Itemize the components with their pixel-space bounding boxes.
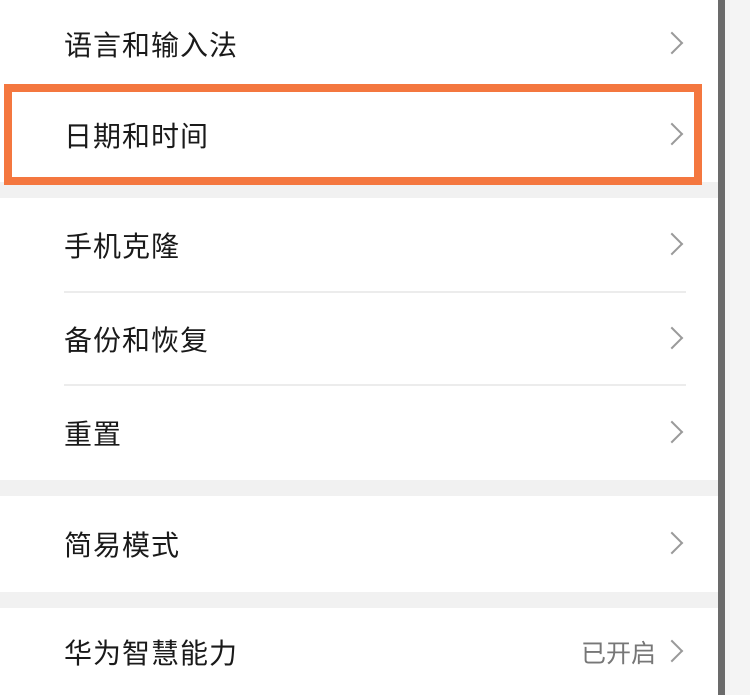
settings-item-huawei-assistant[interactable]: 华为智慧能力 已开启 — [0, 608, 718, 695]
background-strip — [725, 0, 750, 695]
group-separator — [0, 480, 718, 496]
chevron-right-icon — [660, 326, 684, 350]
settings-item-label: 语言和输入法 — [64, 29, 239, 62]
settings-item-simple-mode[interactable]: 简易模式 — [0, 496, 718, 592]
chevron-right-icon — [660, 122, 684, 146]
panel-edge — [718, 0, 725, 695]
settings-item-backup-restore[interactable]: 备份和恢复 — [0, 293, 718, 385]
settings-item-label: 华为智慧能力 — [64, 636, 239, 670]
settings-item-date-time[interactable]: 日期和时间 — [0, 88, 718, 182]
settings-item-label: 备份和恢复 — [64, 324, 210, 357]
settings-item-label: 日期和时间 — [64, 120, 210, 153]
settings-item-label: 重置 — [64, 418, 123, 451]
settings-item-label: 简易模式 — [64, 529, 181, 562]
chevron-right-icon — [660, 232, 684, 256]
group-separator — [0, 592, 718, 608]
chevron-right-icon — [660, 420, 684, 444]
group-separator — [0, 182, 718, 198]
chevron-right-icon — [660, 639, 684, 662]
settings-screen: 语言和输入法 日期和时间 手机克隆 备份和恢复 重置 简易模式 华为智慧能力 已… — [0, 0, 750, 695]
chevron-right-icon — [660, 531, 684, 555]
settings-list: 语言和输入法 日期和时间 手机克隆 备份和恢复 重置 简易模式 华为智慧能力 已… — [0, 0, 718, 695]
chevron-right-icon — [660, 31, 684, 55]
settings-item-language-input[interactable]: 语言和输入法 — [0, 0, 718, 88]
settings-item-label: 手机克隆 — [64, 230, 181, 263]
settings-item-status: 已开启 — [580, 638, 656, 668]
settings-item-phone-clone[interactable]: 手机克隆 — [0, 198, 718, 292]
settings-item-reset[interactable]: 重置 — [0, 386, 718, 480]
